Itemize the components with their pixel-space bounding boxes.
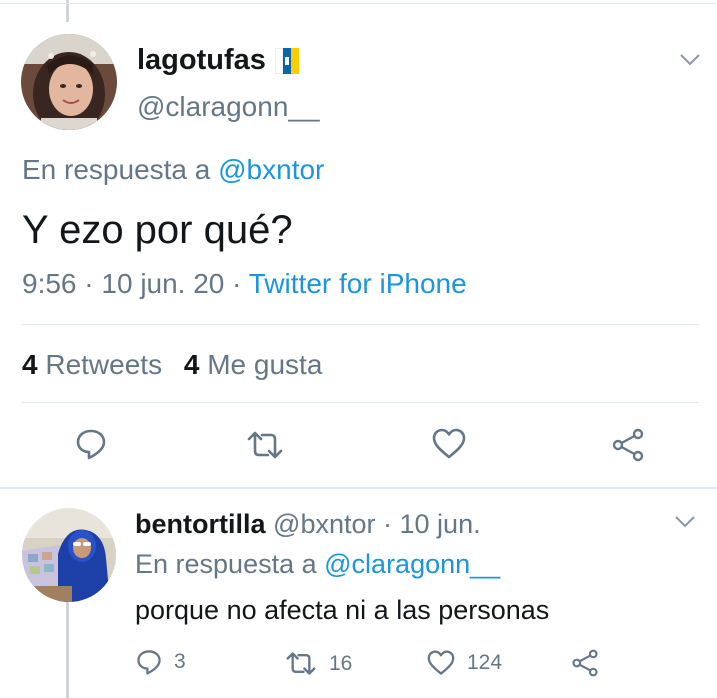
retweet-icon: [246, 430, 284, 460]
section-divider: [0, 487, 717, 489]
avatar[interactable]: [21, 34, 117, 130]
share-icon: [611, 428, 645, 462]
timestamp-line: 9:56 · 10 jun. 20 · Twitter for iPhone: [22, 268, 467, 300]
share-icon: [571, 649, 599, 677]
reply-icon: [75, 428, 107, 460]
display-name[interactable]: lagotufas: [137, 44, 299, 77]
retweet-count: 16: [329, 651, 353, 675]
heart-icon: [427, 650, 455, 676]
retweet-icon: [285, 651, 317, 676]
reply-to-handle[interactable]: @claragonn__: [324, 549, 500, 579]
reply-text: porque no afecta ni a las personas: [135, 595, 550, 625]
likes-stat[interactable]: 4 Me gusta: [184, 349, 323, 380]
chevron-down-icon[interactable]: [675, 516, 695, 528]
flag-icon: [274, 47, 299, 74]
reply-to-prefix: En respuesta a: [22, 154, 211, 185]
retweet-button[interactable]: [246, 430, 284, 460]
reply-reply-button[interactable]: 3: [136, 649, 186, 675]
reply-count: 3: [174, 650, 186, 673]
tweet-time[interactable]: 9:56: [22, 268, 77, 299]
reply-retweet-button[interactable]: 16: [285, 651, 352, 676]
reply-icon: [136, 649, 162, 675]
reply-date[interactable]: 10 jun.: [400, 509, 481, 539]
reply-to-line: En respuesta a @bxntor: [22, 154, 324, 186]
reply-to-prefix: En respuesta a: [135, 549, 317, 579]
divider: [22, 402, 699, 403]
retweets-stat[interactable]: 4 Retweets: [22, 349, 170, 380]
top-border: [0, 3, 717, 4]
handle[interactable]: @claragonn__: [137, 91, 320, 123]
reply-to-line: En respuesta a @claragonn__: [135, 549, 500, 580]
divider: [22, 324, 699, 325]
reply-avatar[interactable]: [22, 508, 116, 602]
separator: ·: [383, 509, 392, 539]
reply-like-button[interactable]: 124: [427, 650, 502, 676]
tweet-date[interactable]: 10 jun. 20: [101, 268, 224, 299]
like-count: 124: [467, 651, 503, 674]
tweet-text: Y ezo por qué?: [22, 208, 293, 252]
share-button[interactable]: [611, 428, 645, 462]
reply-handle[interactable]: @bxntor: [273, 509, 375, 539]
tweet-source[interactable]: Twitter for iPhone: [249, 268, 467, 299]
heart-icon: [432, 428, 466, 460]
likes-label: Me gusta: [207, 349, 323, 380]
reply-header: bentortilla @bxntor · 10 jun.: [135, 509, 481, 540]
retweets-count: 4: [22, 349, 38, 380]
chevron-down-icon[interactable]: [680, 54, 700, 66]
thread-line-bottom: [66, 602, 69, 698]
reply-to-handle[interactable]: @bxntor: [218, 154, 324, 185]
reply-button[interactable]: [75, 428, 107, 460]
separator: ·: [232, 268, 242, 299]
separator: ·: [84, 268, 94, 299]
display-name-text[interactable]: lagotufas: [137, 44, 266, 77]
stats-row: 4 Retweets 4 Me gusta: [22, 349, 322, 381]
like-button[interactable]: [432, 428, 466, 460]
reply-share-button[interactable]: [571, 649, 599, 677]
retweets-label: Retweets: [45, 349, 163, 380]
reply-display-name[interactable]: bentortilla: [135, 509, 266, 539]
likes-count: 4: [183, 349, 200, 380]
